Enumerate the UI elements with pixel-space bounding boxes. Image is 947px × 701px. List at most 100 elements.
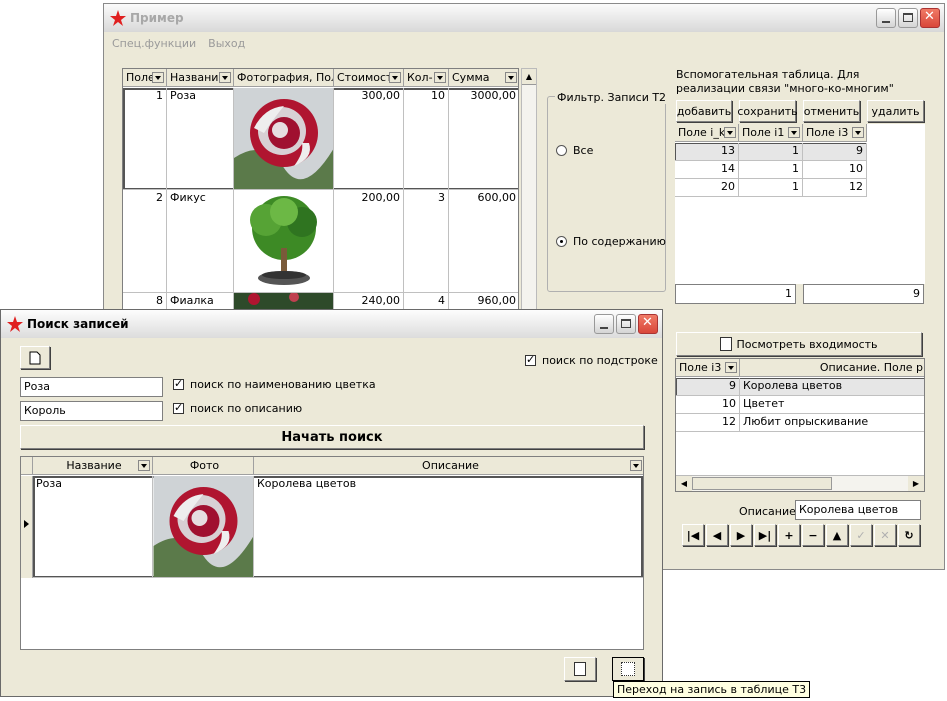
minimize-button[interactable] xyxy=(876,8,896,28)
star-icon xyxy=(110,10,126,26)
col-header-ik[interactable]: Поле i_k xyxy=(675,124,739,142)
flowers-grid[interactable]: Поле Названи Фотография, Поле Стоимост К… xyxy=(122,68,519,318)
cell: 1 xyxy=(739,161,803,179)
cell-sum: 3000,00 xyxy=(449,88,518,190)
view-membership-button[interactable]: Посмотреть входимость xyxy=(676,332,922,356)
report-button[interactable] xyxy=(564,657,596,681)
cell-name: Роза xyxy=(167,88,234,190)
col-header-name[interactable]: Названи xyxy=(167,69,234,87)
description-field[interactable]: Королева цветов xyxy=(795,500,921,520)
search-by-description-checkbox[interactable] xyxy=(173,401,184,414)
main-titlebar[interactable]: Пример ✕ xyxy=(104,4,944,32)
dropdown-icon[interactable] xyxy=(505,72,517,83)
nav-last-button[interactable]: ▶| xyxy=(754,524,776,546)
nav-next-button[interactable]: ▶ xyxy=(730,524,752,546)
cell: Любит опрыскивание xyxy=(740,414,924,432)
scroll-thumb[interactable] xyxy=(692,477,832,490)
cell: 10 xyxy=(676,396,740,414)
start-search-button[interactable]: Начать поиск xyxy=(20,425,644,449)
delete-button[interactable]: удалить xyxy=(867,100,924,122)
cancel-button[interactable]: отменить xyxy=(803,100,860,122)
close-button[interactable]: ✕ xyxy=(920,8,940,28)
dropdown-icon[interactable] xyxy=(852,127,864,138)
t3-hscrollbar[interactable]: ◀ ▶ xyxy=(676,475,924,491)
col-header-i3[interactable]: Поле i3 xyxy=(803,124,867,142)
cell-qty: 10 xyxy=(404,88,449,190)
description-label: Описание: xyxy=(739,505,800,518)
report-icon xyxy=(574,662,586,676)
col-header-qty[interactable]: Кол- xyxy=(404,69,449,87)
minimize-icon xyxy=(882,21,890,23)
substring-checkbox[interactable] xyxy=(525,353,536,366)
scroll-right-button[interactable]: ▶ xyxy=(908,476,924,491)
close-button[interactable]: ✕ xyxy=(638,314,658,334)
cell: 12 xyxy=(676,414,740,432)
aux-field-i3[interactable]: 9 xyxy=(803,284,924,304)
rose-photo xyxy=(234,88,334,190)
cell-description: Королева цветов xyxy=(254,476,643,578)
maximize-button[interactable] xyxy=(898,8,918,28)
substring-label: поиск по подстроке xyxy=(542,354,658,367)
tooltip: Переход на запись в таблице Т3 xyxy=(613,681,811,698)
dropdown-icon[interactable] xyxy=(219,72,231,83)
filter-group xyxy=(547,96,666,292)
col-header-description[interactable]: Описание. Поле р xyxy=(740,359,924,377)
cell: Цветет xyxy=(740,396,924,414)
col-header-photo[interactable]: Фотография, Поле xyxy=(234,69,334,87)
search-by-name-checkbox[interactable] xyxy=(173,377,184,390)
dropdown-icon[interactable] xyxy=(725,362,737,373)
cell: 20 xyxy=(675,179,739,197)
dropdown-icon[interactable] xyxy=(630,460,642,471)
col-header-i1[interactable]: Поле i1 xyxy=(739,124,803,142)
nav-post-button[interactable]: ✓ xyxy=(850,524,872,546)
nav-prev-button[interactable]: ◀ xyxy=(706,524,728,546)
col-header-photo[interactable]: Фото xyxy=(153,457,254,475)
scroll-left-button[interactable]: ◀ xyxy=(676,476,692,491)
nav-first-button[interactable]: |◀ xyxy=(682,524,704,546)
col-header-i3[interactable]: Поле i3 xyxy=(676,359,740,377)
dropdown-icon[interactable] xyxy=(724,127,736,138)
dropdown-icon[interactable] xyxy=(788,127,800,138)
star-icon xyxy=(7,316,23,332)
radio-by-content[interactable] xyxy=(556,236,567,247)
report-icon xyxy=(720,337,733,351)
menu-exit[interactable]: Выход xyxy=(208,37,245,50)
maximize-icon xyxy=(903,13,913,22)
scroll-up-button[interactable]: ▲ xyxy=(522,69,536,85)
nav-cancel-button[interactable]: ✕ xyxy=(874,524,896,546)
save-button[interactable]: сохранить xyxy=(737,100,798,122)
col-header-sum[interactable]: Сумма xyxy=(449,69,518,87)
grid-scrollbar[interactable]: ▲ xyxy=(521,68,537,318)
aux-field-i1[interactable]: 1 xyxy=(675,284,796,304)
maximize-button[interactable] xyxy=(616,314,636,334)
nav-refresh-button[interactable]: ↻ xyxy=(898,524,920,546)
main-title: Пример xyxy=(130,11,184,25)
new-document-button[interactable] xyxy=(20,346,50,369)
search-titlebar[interactable]: Поиск записей ✕ xyxy=(1,310,662,338)
col-header-name[interactable]: Название xyxy=(33,457,153,475)
dropdown-icon[interactable] xyxy=(138,460,150,471)
nav-delete-button[interactable]: − xyxy=(802,524,824,546)
radio-all[interactable] xyxy=(556,145,567,156)
cell-name: Фикус xyxy=(167,190,234,293)
cell: 13 xyxy=(675,143,739,161)
col-header-price[interactable]: Стоимост xyxy=(334,69,404,87)
radio-by-content-label: По содержанию xyxy=(573,235,666,248)
t3-grid[interactable]: Поле i3 Описание. Поле р 9 Королева цвет… xyxy=(675,358,925,492)
search-description-input[interactable]: Король xyxy=(20,401,163,421)
minimize-button[interactable] xyxy=(594,314,614,334)
search-results-grid[interactable]: Название Фото Описание Роза Королева цве… xyxy=(20,456,644,650)
dropdown-icon[interactable] xyxy=(389,72,401,83)
col-header-id[interactable]: Поле xyxy=(123,69,167,87)
search-name-input[interactable]: Роза xyxy=(20,377,163,397)
menu-special-functions[interactable]: Спец.функции xyxy=(112,37,196,50)
nav-edit-button[interactable]: ▲ xyxy=(826,524,848,546)
nav-insert-button[interactable]: + xyxy=(778,524,800,546)
dropdown-icon[interactable] xyxy=(152,72,164,83)
col-header-description[interactable]: Описание xyxy=(254,457,643,475)
goto-t3-record-button[interactable] xyxy=(612,657,644,681)
dropdown-icon[interactable] xyxy=(434,72,446,83)
main-menubar: Спец.функции Выход xyxy=(104,32,944,54)
add-button[interactable]: добавить xyxy=(676,100,732,122)
aux-grid[interactable]: Поле i_k Поле i1 Поле i3 13 1 9 14 1 10 … xyxy=(675,124,925,284)
